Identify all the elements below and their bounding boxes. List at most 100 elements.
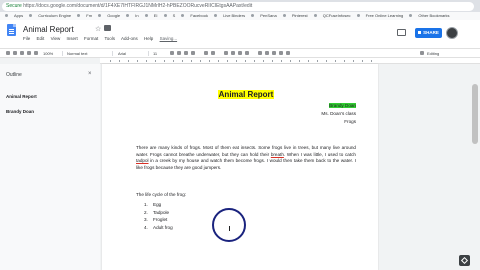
menu-help[interactable]: Help [144,36,153,41]
bookmark-icon [251,14,255,18]
bookmark-item[interactable]: PenSana [251,12,277,20]
outline-title: Outline [6,72,22,78]
bookmark-item[interactable]: S [163,12,175,20]
numbered-list-icon[interactable] [265,51,269,55]
zoom-select[interactable]: 100% [43,51,53,56]
align-right-icon[interactable] [238,51,242,55]
bookmark-icon [29,14,33,18]
scrollbar[interactable] [470,64,480,270]
bookmark-icon [77,14,81,18]
menu-bar: File Edit View Insert Format Tools Add-o… [23,36,182,41]
explore-icon [460,256,469,265]
bookmark-icon [126,14,130,18]
redo-icon[interactable] [13,51,17,55]
text-color-icon[interactable] [191,51,195,55]
lock-icon [418,31,422,35]
bookmark-item[interactable]: Pinterest [282,12,308,20]
mode-select[interactable]: Editing [427,51,439,56]
bookmark-icon [98,14,102,18]
menu-tools[interactable]: Tools [104,36,115,41]
indent-icon[interactable] [279,51,283,55]
align-left-icon[interactable] [224,51,228,55]
comment-icon[interactable] [397,29,406,36]
cursor-highlight-circle [212,208,246,242]
bookmark-item[interactable]: Other Bookmarks [409,12,450,20]
underline-icon[interactable] [184,51,188,55]
bookmark-item[interactable]: Apps [5,12,23,20]
bookmark-icon [181,14,185,18]
pencil-icon[interactable] [420,51,424,55]
docs-header: Animal Report ☆ File Edit View Insert Fo… [0,20,480,48]
style-select[interactable]: Normal text [67,51,87,56]
bookmark-icon [313,14,317,18]
align-justify-icon[interactable] [245,51,249,55]
link-icon[interactable] [204,51,208,55]
outline-panel: Outline × Animal Report Brandy Doan [0,64,100,270]
spelling-flag: tadpol [136,158,149,164]
docs-logo-icon[interactable] [7,24,16,36]
body-paragraph: There are many kinds of frogs. Most of t… [136,145,356,170]
bookmark-item[interactable]: QCFuseInfosec [313,12,351,20]
report-title: Animal Report [217,90,275,99]
list-item: 3. Froglet [144,217,168,222]
document-page[interactable]: Animal Report Brandy Doan Ms. Doan's cla… [102,64,378,270]
font-size-select[interactable]: 11 [153,51,157,56]
star-icon[interactable]: ☆ [95,25,101,33]
subject-line: Frogs [344,119,356,124]
bookmark-item[interactable]: In [126,12,139,20]
bookmark-icon [163,14,167,18]
bookmark-item[interactable]: Live Binders [214,12,245,20]
avatar[interactable] [446,27,458,39]
comment-add-icon[interactable] [211,51,215,55]
bold-icon[interactable] [170,51,174,55]
bookmark-icon [356,14,360,18]
bookmark-item[interactable]: Curriculum Engine [29,12,71,20]
bookmark-icon [409,14,413,18]
menu-view[interactable]: View [51,36,61,41]
address-bar[interactable]: Secure https://docs.google.com/document/… [2,2,474,11]
lifecycle-label: The life cycle of the frog: [136,192,187,197]
font-select[interactable]: Arial [118,51,126,56]
author-name: Brandy Doan [329,103,356,108]
spellcheck-icon[interactable] [27,51,31,55]
share-button[interactable]: SHARE [415,28,442,38]
outline-item[interactable]: Brandy Doan [6,109,34,114]
menu-edit[interactable]: Edit [37,36,45,41]
clear-format-icon[interactable] [286,51,290,55]
secure-label: Secure [6,3,22,9]
scroll-thumb[interactable] [472,84,478,144]
print-icon[interactable] [20,51,24,55]
menu-file[interactable]: File [23,36,30,41]
explore-button[interactable] [459,255,470,266]
list-item: 4. Adult frog [144,224,173,230]
menu-insert[interactable]: Insert [67,36,78,41]
undo-icon[interactable] [6,51,10,55]
italic-icon[interactable] [177,51,181,55]
lifecycle-list: 1. Egg 2. Tadpole 3. Froglet 4. Adult frog [144,201,173,231]
formatting-toolbar: 100% Normal text Arial 11 Editing [0,48,480,58]
bookmark-item[interactable]: Fm [77,12,92,20]
list-item: 2. Tadpole [144,209,170,215]
bulleted-list-icon[interactable] [272,51,276,55]
toolbar-divider [148,51,149,56]
bookmark-item[interactable]: Google [98,12,120,20]
line-spacing-icon[interactable] [258,51,262,55]
document-title[interactable]: Animal Report [23,25,74,34]
folder-icon[interactable] [104,25,111,31]
close-icon[interactable]: × [88,71,92,77]
ruler-ticks [110,60,380,62]
menu-format[interactable]: Format [84,36,98,41]
toolbar-divider [62,51,63,56]
bookmark-item[interactable]: Facebook [181,12,208,20]
bookmark-icon [282,14,286,18]
align-center-icon[interactable] [231,51,235,55]
menu-add-ons[interactable]: Add-ons [121,36,138,41]
class-line: Ms. Doan's class [321,111,356,116]
bookmark-item[interactable]: EI [144,12,157,20]
outline-item[interactable]: Animal Report [6,94,37,99]
url-text: https://docs.google.com/document/d/1F4XE… [23,3,253,9]
bookmark-icon [214,14,218,18]
paint-format-icon[interactable] [34,51,38,55]
bookmark-item[interactable]: Free Online Learning [356,12,403,20]
bookmark-icon [5,14,8,18]
